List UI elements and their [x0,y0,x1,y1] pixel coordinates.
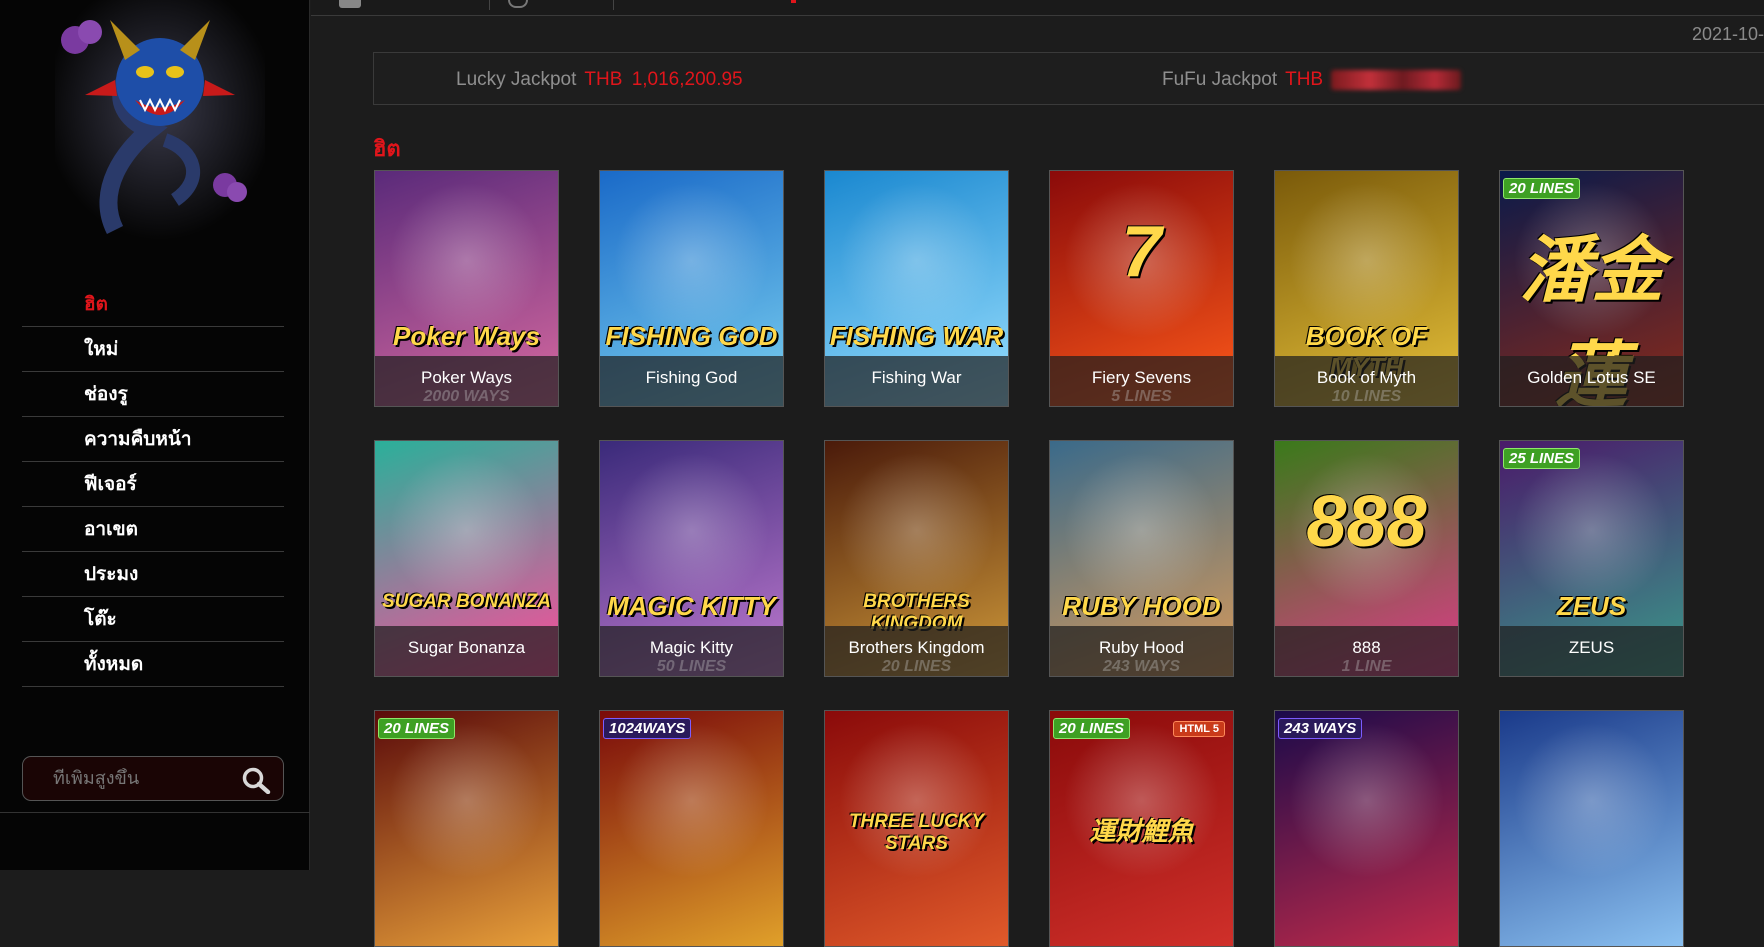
sidebar: ฮิต ใหม่ ช่องรู ความคืบหน้า ฟีเจอร์ อาเข… [0,0,310,870]
game-name: Fishing God [645,368,738,387]
game-tile[interactable]: ZEUS 25 LINES ZEUS [1499,440,1684,677]
game-logo-text: RUBY HOOD [1062,591,1221,621]
game-logo-text: MAGIC KITTY [607,591,776,621]
game-name: Brothers Kingdom [848,638,985,657]
game-name: Book of Myth [1316,368,1417,387]
game-logo-text: ZEUS [1556,591,1627,621]
game-name: 888 [1352,638,1381,657]
nav-item-all[interactable]: ทั้งหมด [22,642,284,687]
lucky-jackpot: Lucky Jackpot THB 1,016,200.95 [456,69,743,91]
search-box [22,756,284,801]
game-logo-text: 7 [1121,212,1162,292]
game-logo-text: Poker Ways [393,321,540,351]
game-lines-label: 2000 WAYS [423,388,510,405]
dragon-logo [55,0,265,240]
lines-badge: 243 WAYS [1278,718,1363,739]
game-name: Sugar Bonanza [407,638,526,657]
game-tile[interactable]: BOOK OF MYTHBook of Myth10 LINES [1274,170,1459,407]
category-nav: ฮิต ใหม่ ช่องรู ความคืบหน้า ฟีเจอร์ อาเข… [22,282,284,687]
lines-badge: 20 LINES [378,718,456,739]
game-tile[interactable]: 243 WAYS [1274,710,1459,947]
toolbar-icon[interactable] [508,0,528,8]
fufu-jackpot-label: FuFu Jackpot [1162,69,1278,90]
game-tile[interactable]: MAGIC KITTY Magic Kitty 50 LINES [599,440,784,677]
toolbar-divider [489,0,490,10]
game-tile[interactable]: FISHING GOD Fishing God [599,170,784,407]
game-logo-text: 888 [1306,482,1427,562]
game-thumbnail [375,711,558,946]
game-name: Poker Ways [420,368,512,387]
game-tile[interactable]: RUBY HOOD Ruby Hood 243 WAYS [1049,440,1234,677]
game-tile[interactable]: 運財鯉魚 20 LINES HTML 5 [1049,710,1234,947]
game-lines-label: 20 LINES [881,658,952,675]
nav-item-feature[interactable]: ฟีเจอร์ [22,462,284,507]
game-thumbnail [600,711,783,946]
section-title: ฮิต [373,136,401,161]
nav-item-progressive[interactable]: ความคืบหน้า [22,417,284,462]
game-logo-text: FISHING GOD [605,321,778,351]
top-toolbar [311,0,1764,16]
lucky-jackpot-label: Lucky Jackpot [456,69,577,90]
game-tile[interactable]: BROTHERS KINGDOM Brothers Kingdom 20 LINES [824,440,1009,677]
lines-badge: 20 LINES [1053,718,1131,739]
game-tile[interactable]: 1024WAYS [599,710,784,947]
game-tile[interactable]: 20 LINES [374,710,559,947]
sidebar-divider [0,812,310,813]
game-name: Fishing War [871,368,962,387]
fufu-jackpot: FuFu Jackpot THB [1162,69,1462,91]
game-logo-text: FISHING WAR [829,321,1004,351]
game-tile[interactable]: FISHING WAR Fishing War [824,170,1009,407]
toolbar-red-mark [791,0,796,3]
nav-item-fishing[interactable]: ประมง [22,552,284,597]
nav-item-table[interactable]: โต๊ะ [22,597,284,642]
game-tile[interactable]: 7 Fiery Sevens 5 LINES [1049,170,1234,407]
toolbar-divider [613,0,614,10]
lines-badge: 20 LINES [1503,178,1581,199]
lucky-jackpot-currency: THB [584,69,623,90]
game-logo-text: THREE LUCKY STARS [848,811,985,854]
nav-item-hot[interactable]: ฮิต [22,282,284,327]
game-thumbnail [1500,711,1683,946]
game-name: Fiery Sevens [1091,368,1192,387]
game-lines-label: 50 LINES [656,658,727,675]
game-name: Golden Lotus SE [1527,368,1656,387]
game-tile[interactable]: THREE LUCKY STARS [824,710,1009,947]
game-name: ZEUS [1568,638,1615,657]
fufu-jackpot-currency: THB [1285,69,1324,90]
html5-badge: HTML 5 [1173,721,1225,737]
game-name: Ruby Hood [1098,638,1185,657]
game-lines-label: 5 LINES [1111,388,1172,405]
date-display: 2021-10- [1692,24,1764,44]
lucky-jackpot-amount: 1,016,200.95 [631,69,743,90]
jackpot-bar: Lucky Jackpot THB 1,016,200.95 FuFu Jackp… [373,52,1764,105]
search-input[interactable] [53,768,233,789]
game-tile[interactable]: Poker Ways Poker Ways 2000 WAYS [374,170,559,407]
game-tile[interactable] [1499,710,1684,947]
game-logo-text: SUGAR BONANZA [382,591,551,612]
search-icon[interactable] [241,766,271,795]
nav-item-new[interactable]: ใหม่ [22,327,284,372]
lines-badge: 1024WAYS [603,718,692,739]
game-lines-label: 10 LINES [1331,388,1402,405]
game-tile[interactable]: 888 888 1 LINE [1274,440,1459,677]
game-lines-label: 1 LINE [1341,658,1392,675]
toolbar-checkbox-icon[interactable] [339,0,361,8]
nav-item-slots[interactable]: ช่องรู [22,372,284,417]
game-lines-label: 243 WAYS [1102,658,1181,675]
game-name: Magic Kitty [649,638,734,657]
lines-badge: 25 LINES [1503,448,1581,469]
nav-item-arcade[interactable]: อาเขต [22,507,284,552]
fufu-jackpot-amount-blurred [1331,69,1462,90]
game-tile[interactable]: 潘金蓮20 LINESGolden Lotus SE [1499,170,1684,407]
game-thumbnail [1275,711,1458,946]
game-tile[interactable]: SUGAR BONANZA Sugar Bonanza [374,440,559,677]
game-logo-text: 運財鯉魚 [1089,816,1194,846]
